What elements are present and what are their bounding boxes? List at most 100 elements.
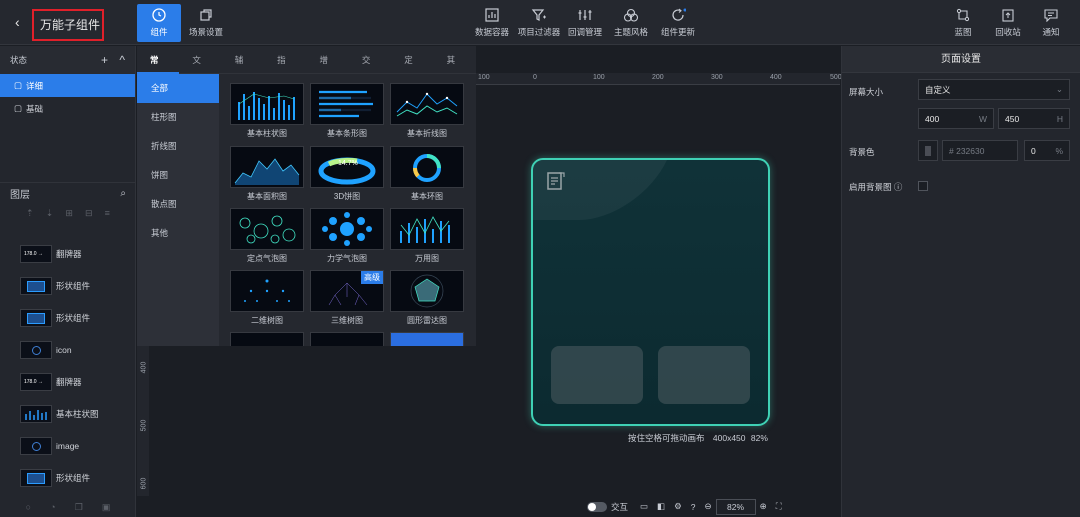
flip-counter-thumb: 178.0 →: [20, 245, 52, 263]
bubble-chart-preview: [230, 208, 304, 250]
states-title: 状态: [10, 55, 28, 65]
bg-color-input[interactable]: # 232630: [942, 140, 1018, 161]
component-card-bubble[interactable]: 定点气泡图: [230, 208, 304, 264]
settings-icon[interactable]: ⚙: [674, 501, 682, 512]
align-bottom-icon[interactable]: ⇣: [46, 208, 54, 228]
bar-chart-preview: [230, 83, 304, 125]
category-other[interactable]: 其他: [137, 219, 219, 248]
component-card-label: 基本条形图: [327, 129, 367, 138]
layer-item[interactable]: 基本柱状图: [20, 403, 99, 425]
state-item-basic[interactable]: ▢ 基础: [0, 97, 135, 120]
category-pie[interactable]: 饼图: [137, 161, 219, 190]
ring-chart-preview: [390, 146, 464, 188]
component-card-hbar[interactable]: 基本条形图: [310, 83, 384, 139]
layer-item[interactable]: 形状组件: [20, 307, 90, 329]
sub-panel-right[interactable]: [658, 346, 750, 404]
scene-settings-label: 场景设置: [188, 27, 223, 37]
layer-item[interactable]: 形状组件: [20, 467, 90, 489]
screen-size-select[interactable]: 自定义 ⌄: [918, 79, 1070, 100]
lock-icon[interactable]: ◔: [50, 502, 55, 513]
category-line[interactable]: 折线图: [137, 132, 219, 161]
add-state-icon[interactable]: +: [101, 53, 108, 67]
tab-text[interactable]: 文字: [179, 46, 221, 93]
filter-button[interactable]: 项目过滤器: [515, 4, 563, 42]
category-scatter[interactable]: 散点图: [137, 190, 219, 219]
component-card-radar[interactable]: 圆形雷达图: [390, 270, 464, 326]
component-card-ring[interactable]: 基本环图: [390, 146, 464, 202]
group-icon[interactable]: ⊞: [65, 208, 73, 228]
category-all[interactable]: 全部: [137, 74, 219, 103]
layer-item[interactable]: image: [20, 435, 79, 457]
zoom-in-icon[interactable]: ⊕: [760, 501, 767, 512]
sub-panel-left[interactable]: [551, 346, 643, 404]
bg-image-checkbox[interactable]: [918, 181, 928, 191]
component-card-line[interactable]: 基本折线图: [390, 83, 464, 139]
scene-settings-button[interactable]: 场景设置: [184, 4, 228, 42]
state-item-detail[interactable]: ▢ 详细: [0, 74, 135, 97]
component-update-button[interactable]: 组件更新: [657, 4, 699, 42]
copy-icon[interactable]: ❐: [75, 502, 83, 513]
left-panel: 状态 + ^ ▢ 详细 ▢ 基础 图层 ⌕ ⇡ ⇣ ⊞ ⊟ ≡ 178.0 → …: [0, 46, 136, 517]
fit-screen-icon[interactable]: ⛶: [776, 501, 782, 512]
component-tool-button[interactable]: 组件: [137, 4, 181, 42]
page-settings-title: 页面设置: [842, 46, 1080, 73]
width-input[interactable]: 400 W: [918, 108, 994, 129]
tab-auxiliary[interactable]: 辅助: [222, 46, 264, 93]
category-column[interactable]: 柱形图: [137, 103, 219, 132]
layer-item[interactable]: 178.0 → 翻牌器: [20, 243, 82, 265]
project-title: 万能子组件: [40, 18, 101, 32]
component-card-label: 定点气泡图: [247, 254, 287, 263]
component-card-partial[interactable]: [310, 332, 384, 346]
tab-custom[interactable]: 定制: [391, 46, 433, 93]
list-icon[interactable]: ≡: [105, 208, 110, 228]
component-card-partial[interactable]: [230, 332, 304, 346]
panel-icon[interactable]: ◧: [657, 501, 665, 512]
tab-general[interactable]: 常规: [137, 46, 180, 93]
height-input[interactable]: 450 H: [998, 108, 1070, 129]
theme-button[interactable]: 主题风格: [611, 4, 651, 42]
line-chart-preview: [390, 83, 464, 125]
canvas-component[interactable]: [531, 158, 770, 426]
component-card-tree2d[interactable]: 二维树图: [230, 270, 304, 326]
help-icon[interactable]: ?: [691, 502, 696, 512]
page-icon: ▢: [14, 80, 23, 90]
preview-icon[interactable]: ▭: [640, 501, 648, 512]
callback-button[interactable]: 回调管理: [566, 4, 604, 42]
component-card-mixed[interactable]: 万用图: [390, 208, 464, 264]
back-icon[interactable]: ‹: [15, 14, 20, 30]
tab-value-added[interactable]: 增值: [307, 46, 349, 93]
component-card-pie3d[interactable]: 14.7% 3D饼图: [310, 146, 384, 202]
lightbulb-icon[interactable]: ○: [26, 502, 31, 513]
blueprint-button[interactable]: 蓝图: [946, 4, 980, 42]
help-icon[interactable]: ⓘ: [894, 182, 903, 192]
ungroup-icon[interactable]: ⊟: [85, 208, 93, 228]
component-card-force[interactable]: 力学气泡图: [310, 208, 384, 264]
component-card-tree3d[interactable]: 高级 三维树图: [310, 270, 384, 326]
layer-item[interactable]: 178.0 → 翻牌器: [20, 371, 82, 393]
horizontal-bar-preview: [310, 83, 384, 125]
component-card-partial[interactable]: [390, 332, 464, 346]
component-card-bar[interactable]: 基本柱状图: [230, 83, 304, 139]
recycle-bin-label: 回收站: [995, 27, 1021, 37]
collapse-icon[interactable]: ^: [119, 53, 125, 67]
interaction-toggle[interactable]: [587, 501, 607, 512]
blueprint-icon: [955, 8, 971, 22]
notification-label: 通知: [1042, 27, 1060, 37]
color-swatch[interactable]: [918, 140, 938, 161]
align-top-icon[interactable]: ⇡: [26, 208, 34, 228]
layer-item[interactable]: 形状组件: [20, 275, 90, 297]
data-container-button[interactable]: 数据容器: [472, 4, 512, 42]
delete-icon[interactable]: ▣: [102, 502, 111, 513]
zoom-out-icon[interactable]: ⊖: [704, 501, 711, 512]
opacity-input[interactable]: 0 %: [1024, 140, 1070, 161]
recycle-bin-button[interactable]: 回收站: [990, 4, 1026, 42]
scene-icon: [198, 8, 214, 22]
component-card-area[interactable]: 基本面积图: [230, 146, 304, 202]
zoom-input[interactable]: 82%: [715, 498, 756, 515]
layer-item[interactable]: icon: [20, 339, 72, 361]
notification-button[interactable]: 通知: [1036, 4, 1066, 42]
tab-interaction[interactable]: 交互: [349, 46, 391, 93]
tab-indicator[interactable]: 指标: [264, 46, 306, 93]
search-icon[interactable]: ⌕: [120, 188, 126, 199]
tab-other[interactable]: 其他: [434, 46, 476, 93]
